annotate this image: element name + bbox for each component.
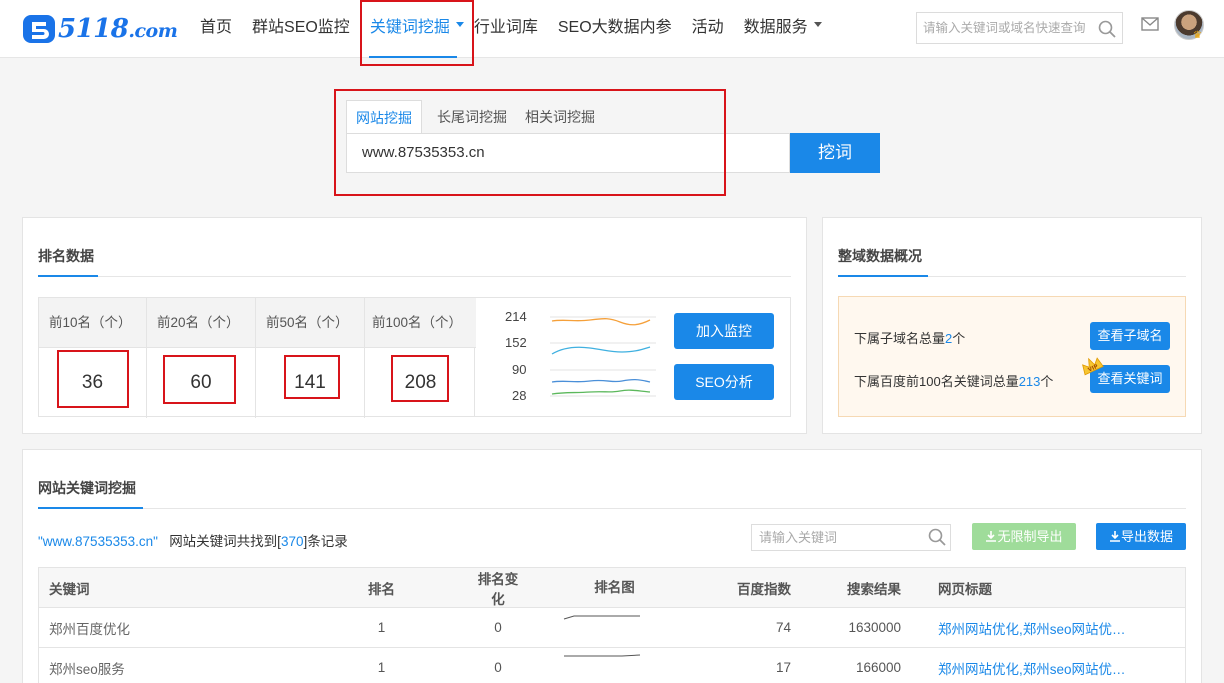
col-rank-change[interactable]: 排名变化 (474, 568, 522, 608)
axis-label: 152 (505, 335, 527, 350)
download-icon (986, 531, 997, 542)
search-results-cell: 166000 (855, 660, 901, 675)
rank-chart-cell (522, 608, 707, 648)
ranking-title: 排名数据 (38, 248, 94, 264)
series-top50-line (551, 346, 651, 355)
rank-chart-cell (522, 648, 707, 683)
mine-button[interactable]: 挖词 (790, 133, 880, 173)
seo-analysis-button[interactable]: SEO分析 (674, 364, 774, 400)
col-rank[interactable]: 排名 (289, 578, 474, 598)
nav-seo-bigdata[interactable]: SEO大数据内参 (548, 0, 682, 58)
axis-label: 28 (512, 388, 527, 403)
chevron-down-icon (813, 22, 822, 28)
result-summary: "www.87535353.cn" 网站关键词共找到[370]条记录 (38, 534, 348, 549)
unlimited-export-button[interactable]: 无限制导出 (972, 523, 1076, 550)
keyword-filter (751, 524, 951, 551)
series-top10-line (551, 389, 651, 395)
rank-change-cell: 0 (494, 620, 502, 635)
title-underline (38, 275, 98, 277)
search-results-cell: 1630000 (848, 620, 901, 635)
page-title-link[interactable]: 郑州网站优化,郑州seo网站优化_... (901, 618, 1127, 638)
add-monitor-button[interactable]: 加入监控 (674, 313, 774, 349)
vip-badge-icon: VIP (1082, 357, 1104, 376)
logo-icon (23, 15, 55, 43)
highlight-box-miner (334, 89, 726, 196)
keyword-cell[interactable]: 郑州百度优化 (39, 618, 289, 638)
table-row: 郑州seo服务 1 0 17 166000 郑州网站优化,郑州seo网站优化_.… (39, 648, 1185, 683)
main-nav: 首页 群站SEO监控 关键词挖掘 行业词库 SEO大数据内参 活动 数据服务 (190, 0, 832, 58)
rank-sparkline (564, 654, 641, 656)
axis-label: 214 (505, 309, 527, 324)
domain-title: 整域数据概况 (838, 248, 922, 264)
highlight-box-top50 (284, 355, 340, 399)
col-keyword[interactable]: 关键词 (39, 578, 289, 598)
col-page-title: 网页标题 (938, 581, 992, 597)
rank-sparkline (563, 615, 640, 619)
page-title-link[interactable]: 郑州网站优化,郑州seo网站优化_... (901, 658, 1127, 678)
title-underline (838, 275, 928, 277)
title-underline (38, 507, 143, 509)
keyword-count-text: 下属百度前100名关键词总量213个 (854, 374, 1054, 389)
download-icon (1109, 531, 1120, 542)
nav-home[interactable]: 首页 (190, 0, 242, 58)
table-header-row: 关键词 排名 排名变化 排名图 百度指数 搜索结果 网页标题 (39, 568, 1185, 608)
logo-text: 5118.com (58, 14, 178, 44)
col-rank-chart: 排名图 (594, 579, 635, 595)
axis-label: 90 (512, 362, 527, 377)
nav-seo-monitor[interactable]: 群站SEO监控 (242, 0, 360, 58)
mail-icon[interactable] (1141, 17, 1159, 31)
series-top100-line (551, 318, 651, 326)
rank-header-top100: 前100名（个） (365, 298, 476, 348)
header-search-input[interactable] (917, 13, 1095, 43)
rank-header-top50: 前50名（个） (256, 298, 365, 348)
nav-data-service[interactable]: 数据服务 (734, 0, 832, 58)
view-subdomains-button[interactable]: 查看子域名 (1090, 322, 1170, 350)
baidu-index-cell: 17 (775, 660, 791, 675)
keyword-cell[interactable]: 郑州seo服务 (39, 658, 289, 678)
col-search-results[interactable]: 搜索结果 (811, 578, 901, 598)
table-row: 郑州百度优化 1 0 74 1630000 郑州网站优化,郑州seo网站优化_.… (39, 608, 1185, 648)
col-baidu-index[interactable]: 百度指数 (707, 578, 811, 598)
top-header: 5118.com 首页 群站SEO监控 关键词挖掘 行业词库 SEO大数据内参 … (0, 0, 1224, 58)
crown-icon: ♛ (1193, 30, 1202, 41)
subdomain-count-text: 下属子域名总量2个 (854, 331, 966, 346)
highlight-box-top20 (163, 355, 236, 404)
nav-activity[interactable]: 活动 (682, 0, 734, 58)
domain-summary (838, 296, 1186, 417)
highlight-box-nav (360, 0, 474, 66)
search-icon[interactable] (1098, 20, 1116, 38)
rank-cell: 1 (377, 620, 386, 635)
nav-industry-lexicon[interactable]: 行业词库 (474, 0, 548, 58)
series-top20-line (551, 378, 651, 383)
baidu-index-cell: 74 (775, 620, 791, 635)
highlight-box-top10 (57, 350, 129, 408)
divider (38, 508, 1186, 509)
keyword-title: 网站关键词挖掘 (38, 480, 136, 496)
trend-sparklines (550, 316, 656, 397)
rank-header-top10: 前10名（个） (39, 298, 147, 348)
rank-cell: 1 (377, 660, 386, 675)
rank-header-top20: 前20名（个） (147, 298, 256, 348)
keyword-table: 关键词 排名 排名变化 排名图 百度指数 搜索结果 网页标题 郑州百度优化 1 … (38, 567, 1186, 683)
highlight-box-top100 (391, 355, 449, 402)
header-search (916, 12, 1123, 44)
site-logo[interactable]: 5118.com (22, 12, 178, 46)
keyword-filter-input[interactable] (752, 525, 922, 550)
rank-change-cell: 0 (494, 660, 502, 675)
divider (38, 276, 791, 277)
export-data-button[interactable]: 导出数据 (1096, 523, 1186, 550)
search-icon[interactable] (928, 528, 946, 546)
